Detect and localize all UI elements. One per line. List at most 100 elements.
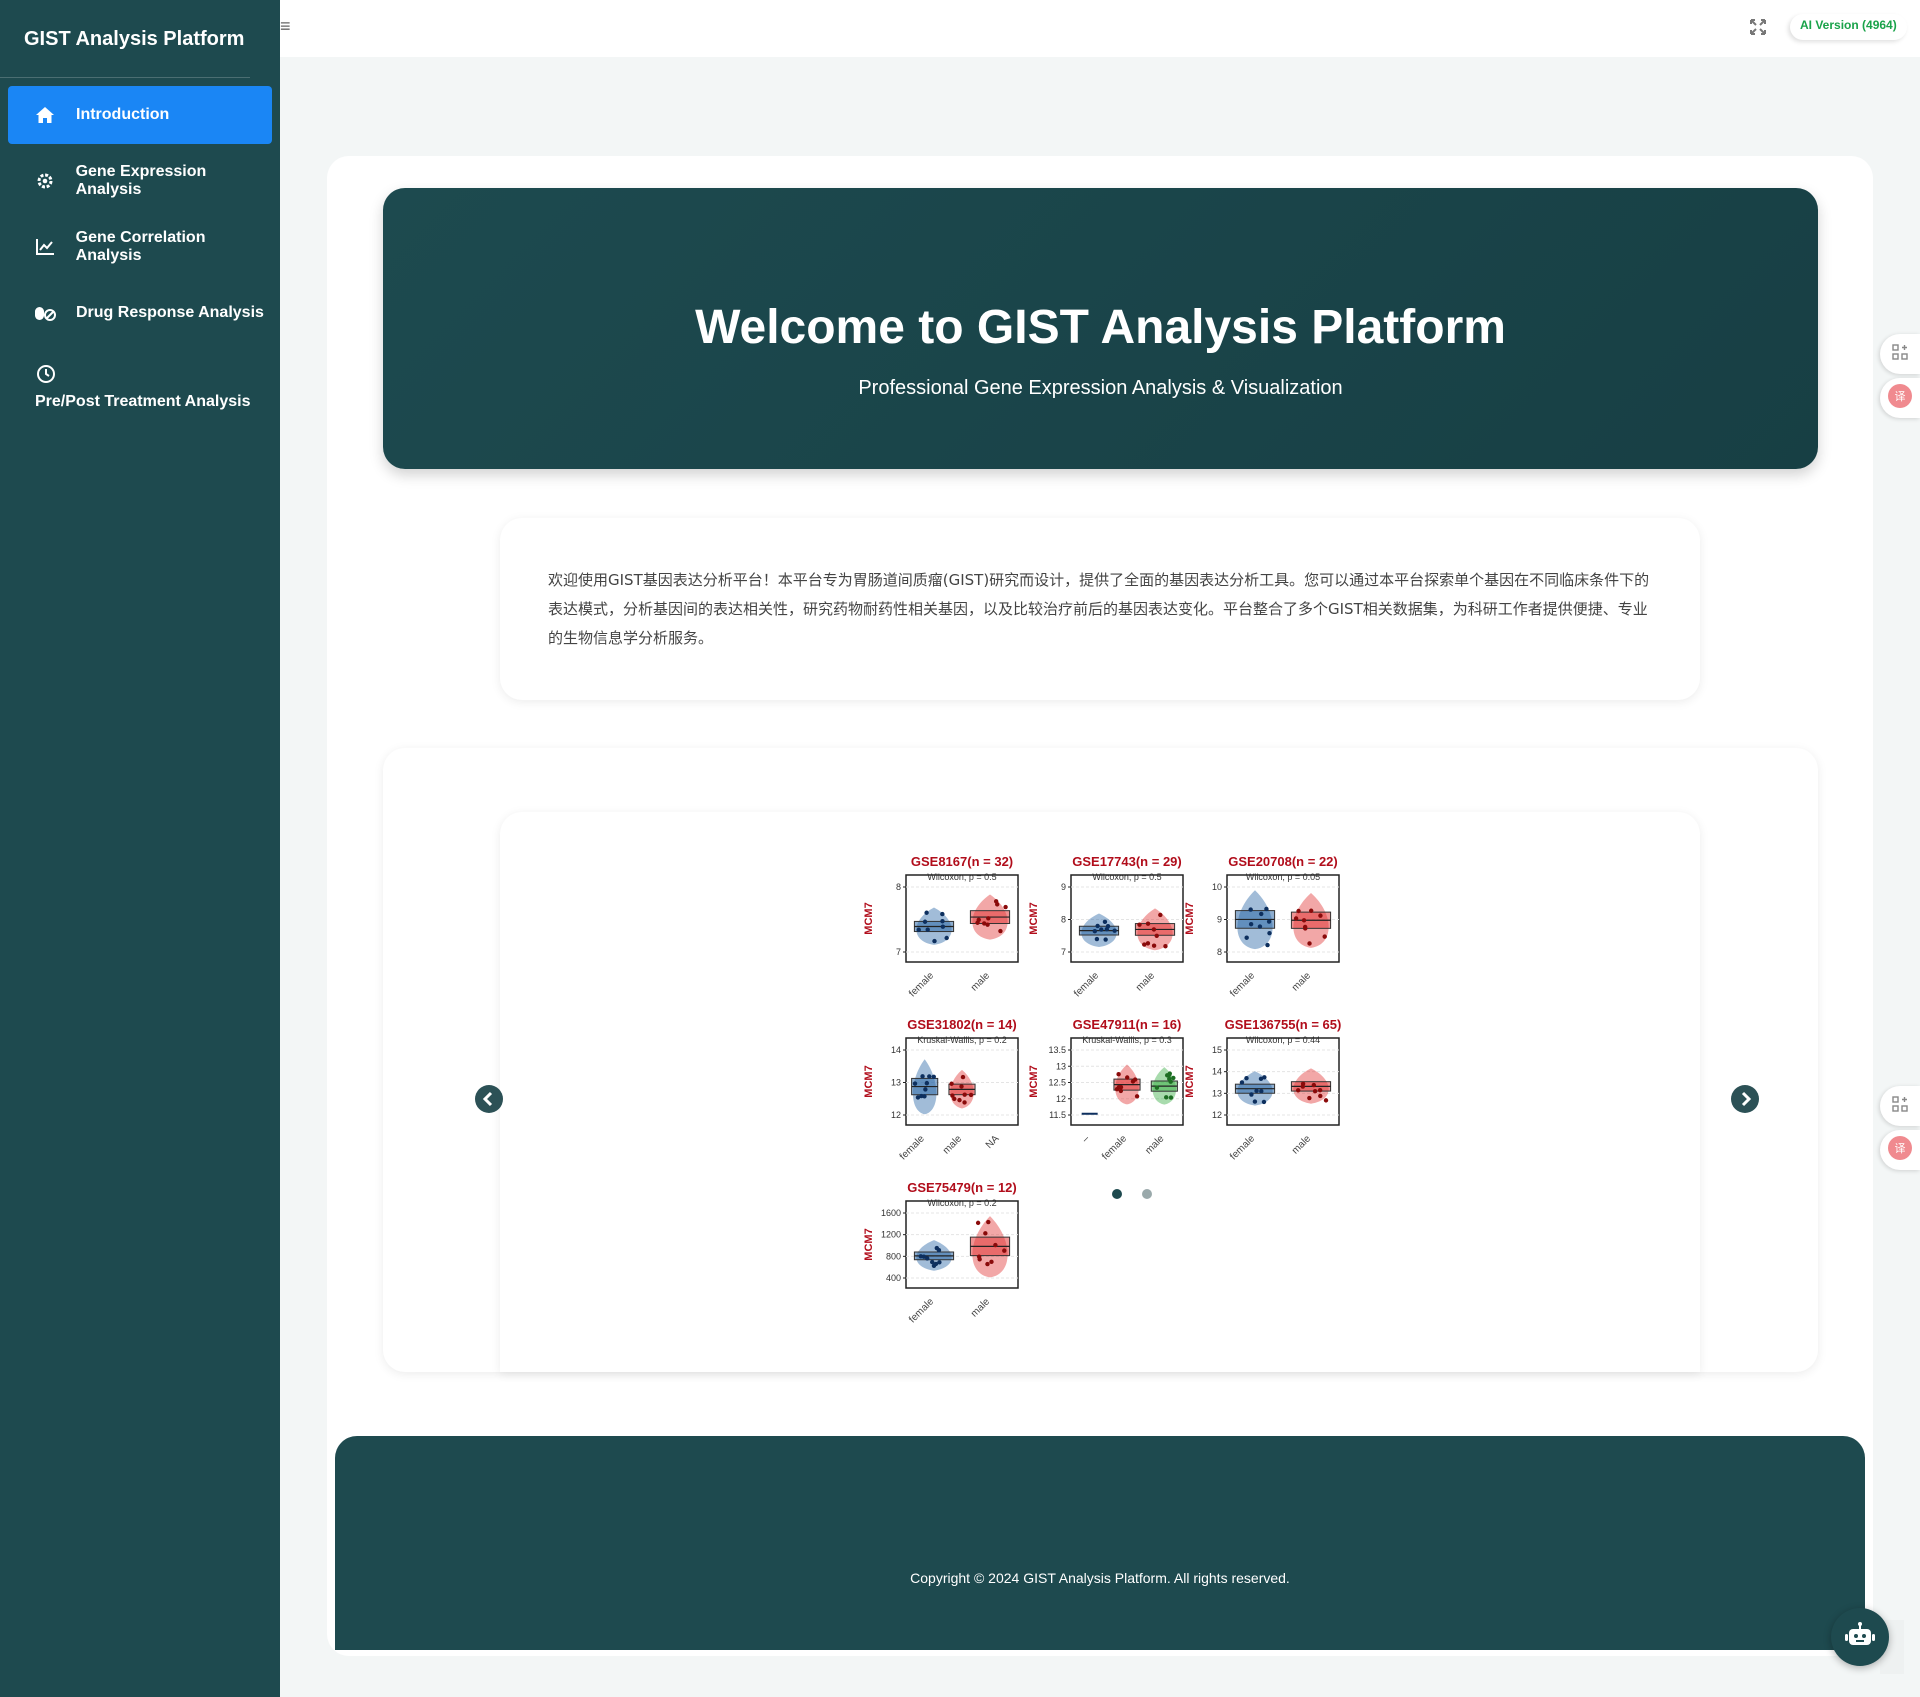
data-point — [1318, 913, 1323, 918]
carousel-dot-1[interactable] — [1112, 1189, 1122, 1199]
y-axis-label: MCM7 — [1184, 902, 1196, 934]
ai-assistant-button[interactable] — [1831, 1608, 1889, 1666]
data-point — [1244, 1075, 1249, 1081]
data-point — [1163, 1095, 1169, 1100]
sidebar-item-gene-expression[interactable]: Gene Expression Analysis — [8, 152, 272, 210]
data-point — [975, 920, 980, 925]
data-point — [1125, 1075, 1130, 1080]
data-point — [1118, 1088, 1124, 1094]
data-point — [1311, 1082, 1317, 1088]
y-axis-label: MCM7 — [1184, 1065, 1196, 1097]
ai-version-badge[interactable]: AI Version (4964) — [1790, 14, 1907, 40]
y-tick-label: 7 — [896, 947, 901, 957]
data-point — [1103, 937, 1108, 942]
svg-text:译: 译 — [1895, 390, 1906, 403]
stat-annotation: Wilcoxon, p = 0.05 — [1246, 872, 1320, 882]
panel-title: GSE47911(n = 16) — [1073, 1017, 1182, 1032]
data-point — [993, 1242, 998, 1248]
x-tick-label: male — [1290, 1133, 1313, 1156]
data-point — [919, 1093, 924, 1099]
gear-icon — [34, 170, 56, 192]
data-point — [981, 921, 987, 926]
data-point — [1132, 1077, 1138, 1082]
data-point — [925, 927, 930, 932]
clock-icon — [35, 363, 57, 385]
panel-title: GSE136755(n = 65) — [1225, 1017, 1342, 1032]
data-point — [921, 1254, 927, 1259]
sidebar-item-label: Gene Expression Analysis — [75, 163, 207, 198]
y-tick-label: 15 — [1212, 1045, 1222, 1055]
data-point — [922, 919, 928, 924]
edge-translate-button[interactable]: 译 — [1880, 378, 1920, 418]
y-tick-label: 12.5 — [1048, 1078, 1066, 1088]
data-point — [986, 916, 991, 921]
carousel-next-button[interactable] — [1731, 1085, 1759, 1113]
data-point — [1261, 1099, 1267, 1105]
data-point — [1266, 919, 1272, 924]
panel-title: GSE31802(n = 14) — [907, 1017, 1016, 1032]
data-point — [1137, 922, 1142, 927]
edge-apps-button-2[interactable] — [1880, 1086, 1920, 1126]
stat-annotation: Wilcoxon, p = 0.2 — [927, 1198, 996, 1208]
data-point — [1248, 907, 1253, 912]
chart-line-icon — [34, 236, 56, 258]
menu-toggle-icon[interactable]: ≡ — [280, 16, 291, 37]
data-point — [1102, 919, 1108, 925]
y-tick-label: 13 — [1056, 1061, 1066, 1071]
sidebar-item-introduction[interactable]: Introduction — [8, 86, 272, 144]
data-point — [927, 1074, 932, 1079]
data-point — [1158, 912, 1163, 918]
y-tick-label: 8 — [1061, 915, 1066, 925]
data-point — [1318, 1093, 1323, 1099]
intro-text: 欢迎使用GIST基因表达分析平台！本平台专为胃肠道间质瘤(GIST)研究而设计，… — [548, 571, 1650, 647]
x-tick-label: male — [969, 1296, 992, 1319]
data-point — [1104, 927, 1110, 932]
hero-subtitle: Professional Gene Expression Analysis & … — [858, 377, 1343, 399]
stat-annotation: Wilcoxon, p = 0.5 — [1092, 872, 1161, 882]
data-point — [1154, 1085, 1160, 1090]
data-point — [1092, 929, 1098, 934]
data-point — [931, 1074, 936, 1079]
carousel-container: GSE8167(n = 32) MCM7 Wilcoxon, p = 0.5 7 8 fe… — [383, 748, 1818, 1372]
data-point — [1112, 928, 1117, 933]
sidebar-item-drug-response[interactable]: Drug Response Analysis — [8, 284, 272, 342]
data-point — [1322, 934, 1327, 939]
data-point — [1248, 922, 1254, 927]
y-tick-label: 8 — [1217, 947, 1222, 957]
data-point — [962, 1100, 967, 1105]
data-point — [985, 1261, 990, 1267]
data-point — [1134, 1094, 1140, 1099]
data-point — [983, 1231, 988, 1236]
data-point — [976, 1254, 982, 1259]
y-tick-label: 1600 — [881, 1208, 901, 1218]
data-point — [995, 902, 1000, 907]
y-tick-label: 14 — [1212, 1067, 1222, 1077]
stat-annotation: Kruskal-Wallis, p = 0.2 — [917, 1035, 1006, 1045]
sidebar-item-label: Pre/Post Treatment Analysis — [35, 393, 251, 410]
edge-translate-button-2[interactable]: 译 — [1880, 1130, 1920, 1170]
x-tick-label: male — [941, 1133, 964, 1156]
fullscreen-icon[interactable] — [1750, 19, 1768, 37]
data-point — [1302, 924, 1308, 930]
y-tick-label: 12 — [891, 1110, 901, 1120]
carousel-prev-button[interactable] — [475, 1085, 503, 1113]
y-tick-label: 7 — [1061, 947, 1066, 957]
x-tick-label: male — [1143, 1133, 1166, 1156]
data-point — [923, 1087, 928, 1092]
carousel-dot-2[interactable] — [1142, 1189, 1152, 1199]
data-point — [1145, 921, 1151, 926]
sidebar-item-gene-correlation[interactable]: Gene Correlation Analysis — [8, 218, 272, 276]
data-point — [1094, 936, 1100, 942]
panel-title: GSE75479(n = 12) — [907, 1180, 1016, 1195]
y-tick-label: 12 — [1056, 1094, 1066, 1104]
pills-icon — [34, 302, 56, 324]
edge-apps-button[interactable] — [1880, 334, 1920, 374]
data-point — [944, 935, 949, 941]
data-point — [1002, 1248, 1007, 1253]
data-point — [1151, 943, 1157, 948]
y-tick-label: 12 — [1212, 1110, 1222, 1120]
x-tick-label: male — [1134, 970, 1157, 993]
data-point — [1323, 1098, 1329, 1103]
sidebar-item-pre-post-treatment[interactable]: Pre/Post Treatment Analysis — [8, 350, 272, 424]
x-tick-label: female — [907, 1296, 936, 1325]
